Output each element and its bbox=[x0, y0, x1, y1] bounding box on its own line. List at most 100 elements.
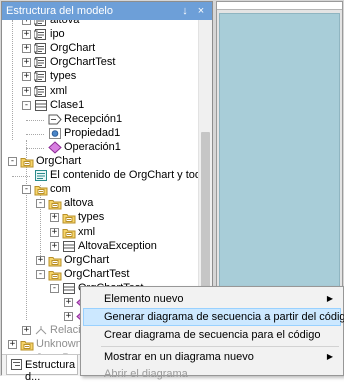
tree-node[interactable]: + xml bbox=[2, 226, 198, 240]
application-window: Estructura del modelo ↓ × + altova + ipo + Or… bbox=[0, 0, 344, 383]
class-icon bbox=[63, 240, 75, 252]
collapse-icon[interactable]: - bbox=[50, 283, 59, 293]
package-icon bbox=[34, 29, 46, 41]
tree-node-label: xml bbox=[78, 225, 96, 238]
menu-item-create-sequence-diagram[interactable]: Crear diagrama de secuencia para el códi… bbox=[83, 326, 341, 344]
expand-icon[interactable]: + bbox=[22, 86, 31, 96]
tree-node-label: El contenido de OrgChart y todos los s bbox=[50, 169, 198, 182]
close-icon[interactable]: × bbox=[194, 4, 208, 18]
diagram-icon bbox=[35, 170, 47, 182]
tree-node-label: OrgChart bbox=[50, 42, 96, 55]
tree-node[interactable]: + OrgChart bbox=[2, 42, 198, 56]
package-icon bbox=[34, 71, 46, 83]
expand-icon[interactable]: + bbox=[50, 213, 59, 223]
tree-node[interactable]: + types bbox=[2, 211, 198, 225]
collapse-icon[interactable]: - bbox=[8, 157, 17, 166]
tab-model-tree[interactable]: Estructura d... bbox=[6, 355, 78, 383]
tab-label: Estructura d... bbox=[25, 359, 76, 383]
tree-node[interactable]: + altova bbox=[2, 20, 198, 28]
folder-package-icon bbox=[48, 270, 62, 281]
tree-node[interactable]: + ipo bbox=[2, 28, 198, 42]
tree-node[interactable]: El contenido de OrgChart y todos los s bbox=[2, 169, 198, 183]
tree-node-label: OrgChartTest bbox=[64, 267, 130, 280]
menu-item-open-diagram: Abrir el diagrama bbox=[83, 365, 341, 383]
folder-package-icon bbox=[20, 158, 34, 168]
tree-node-label: OrgChart bbox=[64, 253, 110, 266]
menu-item-label: Abrir el diagrama bbox=[104, 368, 188, 380]
menu-item-generate-sequence-diagram[interactable]: Generar diagrama de secuencia a partir d… bbox=[83, 308, 344, 326]
expand-icon[interactable]: + bbox=[50, 241, 59, 251]
relations-icon bbox=[35, 326, 47, 335]
expand-icon[interactable]: + bbox=[22, 30, 31, 40]
folder-package-icon bbox=[34, 186, 48, 196]
diagram-tab-bar bbox=[217, 2, 342, 10]
reception-icon bbox=[48, 114, 62, 125]
collapse-icon[interactable]: - bbox=[36, 199, 45, 209]
expand-icon[interactable]: + bbox=[64, 312, 73, 322]
tree-node-label: types bbox=[50, 70, 77, 83]
tree-node-label: ipo bbox=[50, 28, 65, 41]
tree-node-label: AltovaException bbox=[78, 239, 157, 252]
menu-item-label: Crear diagrama de secuencia para el códi… bbox=[104, 329, 321, 341]
tree-node[interactable]: Operación1 bbox=[2, 141, 198, 155]
tree-node[interactable]: + AltovaException bbox=[2, 240, 198, 254]
expand-icon[interactable]: + bbox=[64, 298, 73, 307]
menu-item-show-in-new-diagram[interactable]: Mostrar en un diagrama nuevo ▶ bbox=[83, 348, 341, 366]
package-icon bbox=[34, 43, 46, 55]
panel-title-bar: Estructura del modelo ↓ × bbox=[2, 2, 212, 20]
expand-icon[interactable]: + bbox=[50, 227, 59, 237]
expand-icon[interactable]: + bbox=[22, 44, 31, 54]
collapse-icon[interactable]: - bbox=[22, 100, 31, 110]
tree-node[interactable]: + OrgChartTest bbox=[2, 56, 198, 70]
expand-icon[interactable]: + bbox=[22, 58, 31, 68]
tree-connector bbox=[26, 147, 44, 149]
tree-node[interactable]: - com bbox=[2, 183, 198, 197]
menu-item-new-element[interactable]: Elemento nuevo ▶ bbox=[83, 290, 341, 308]
tree-node-label: xml bbox=[50, 84, 68, 97]
collapse-icon[interactable]: - bbox=[22, 185, 31, 195]
package-icon bbox=[34, 57, 46, 69]
folder-package-icon bbox=[48, 200, 62, 210]
menu-item-label: Elemento nuevo bbox=[104, 293, 184, 305]
tree-node-label: OrgChart bbox=[36, 155, 82, 167]
tree-node-label: com bbox=[50, 183, 71, 196]
tree-node-label: types bbox=[78, 211, 105, 224]
scrollbar-thumb[interactable] bbox=[201, 132, 210, 302]
folder-package-icon bbox=[20, 341, 34, 351]
operation-icon bbox=[48, 141, 62, 154]
pin-icon[interactable]: ↓ bbox=[178, 4, 192, 18]
collapse-icon[interactable]: - bbox=[36, 269, 45, 279]
folder-package-icon bbox=[48, 256, 62, 267]
property-icon bbox=[49, 127, 61, 139]
expand-icon[interactable]: + bbox=[22, 326, 31, 336]
tree-node[interactable]: - Clase1 bbox=[2, 99, 198, 113]
tree-node[interactable]: + types bbox=[2, 70, 198, 84]
expand-icon[interactable]: + bbox=[8, 340, 17, 350]
context-menu: Elemento nuevo ▶ Generar diagrama de sec… bbox=[80, 286, 344, 380]
class-icon bbox=[63, 282, 75, 294]
menu-separator bbox=[101, 346, 339, 347]
tree-node[interactable]: + OrgChart bbox=[2, 254, 198, 268]
submenu-arrow-icon: ▶ bbox=[326, 294, 333, 303]
panel-title: Estructura del modelo bbox=[6, 5, 113, 17]
tree-connector bbox=[12, 176, 30, 178]
folder-package-icon bbox=[62, 228, 76, 238]
tree-node-label: altova bbox=[50, 20, 80, 26]
tree-node[interactable]: + xml bbox=[2, 85, 198, 99]
submenu-arrow-icon: ▶ bbox=[326, 352, 333, 361]
tree-node-label: OrgChartTest bbox=[50, 56, 116, 69]
tree-node[interactable]: - OrgChartTest bbox=[2, 268, 198, 282]
tree-node[interactable]: - altova bbox=[2, 197, 198, 211]
tree-node-label: Propiedad1 bbox=[64, 126, 121, 139]
class-icon bbox=[35, 99, 47, 111]
expand-icon[interactable]: + bbox=[36, 255, 45, 265]
tree-node[interactable]: Recepción1 bbox=[2, 113, 198, 127]
tree-node[interactable]: Propiedad1 bbox=[2, 127, 198, 141]
tree-node[interactable]: - OrgChart bbox=[2, 155, 198, 169]
expand-icon[interactable]: + bbox=[22, 20, 31, 25]
folder-package-icon bbox=[62, 214, 76, 224]
tree-node-label: Operación1 bbox=[64, 140, 121, 153]
tree-node-label: Recepción1 bbox=[64, 112, 123, 125]
package-icon bbox=[34, 85, 46, 97]
expand-icon[interactable]: + bbox=[22, 72, 31, 82]
